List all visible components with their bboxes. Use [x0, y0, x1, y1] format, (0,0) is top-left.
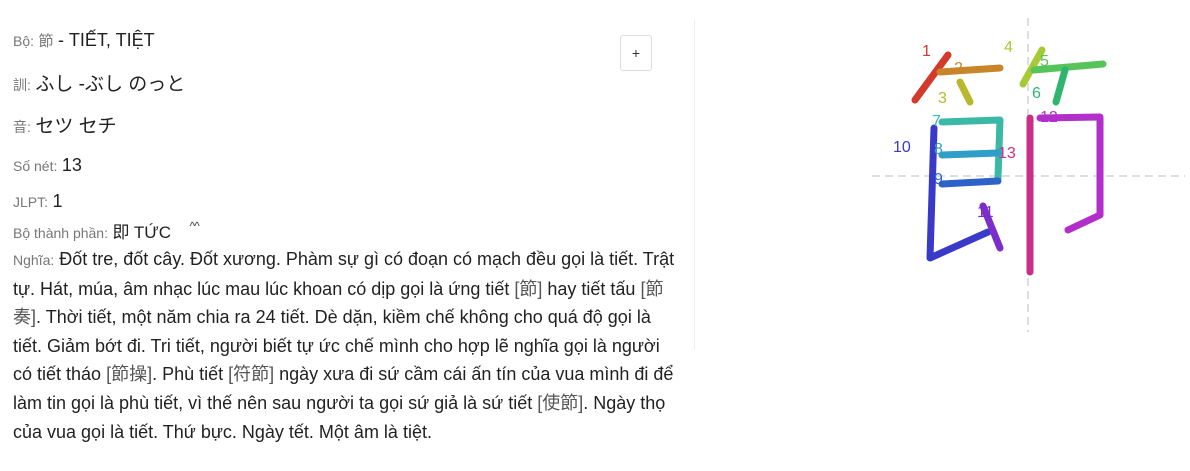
kun-row: 訓: ふし -ぶし のっと	[13, 69, 185, 96]
stroke-number-2: 2	[954, 60, 963, 77]
components-label: Bộ thành phần:	[13, 225, 108, 241]
hanviet-ref: [節]	[514, 278, 543, 299]
stroke-9	[938, 177, 1002, 188]
stroke-number-9: 9	[934, 171, 943, 188]
meaning-text: Nghĩa: Đốt tre, đốt cây. Đốt xương. Phàm…	[13, 245, 678, 446]
meaning-part: . Phù tiết	[152, 364, 229, 385]
hanviet-ref: [使節]	[537, 392, 584, 413]
stroke-2	[936, 64, 1004, 76]
stroke-number-4: 4	[1004, 39, 1013, 56]
stroke-7	[938, 116, 1004, 182]
stroke-order-diagram: 1 2 3 4 5 6 7 8 9 10 11 12 13	[872, 18, 1185, 332]
stroke-number-3: 3	[938, 90, 947, 107]
hanviet-ref: [節操]	[106, 364, 153, 385]
components-row: Bộ thành phần: 即 TỨC ^^	[13, 218, 200, 243]
meaning-part: hay tiết tấu	[542, 278, 641, 299]
stroke-6	[1052, 66, 1069, 106]
panel-divider	[694, 20, 695, 350]
kun-value: ふし -ぶし のっと	[35, 74, 186, 95]
stroke-number-11: 11	[977, 204, 994, 221]
hanviet-ref: [符節]	[228, 364, 275, 385]
meaning-label: Nghĩa:	[13, 252, 55, 268]
stroke-number-12: 12	[1040, 109, 1058, 126]
stroke-number-8: 8	[934, 141, 943, 158]
radical-label: Bộ:	[13, 33, 35, 49]
strokes-value: 13	[61, 155, 82, 175]
stroke-number-7: 7	[932, 113, 941, 130]
stroke-8	[938, 149, 1002, 159]
strokes-label: Số nét:	[13, 158, 58, 174]
kun-label: 訓:	[13, 77, 31, 93]
stroke-3	[956, 78, 974, 106]
components-char[interactable]: 即	[112, 223, 129, 242]
add-button[interactable]: +	[620, 35, 652, 71]
stroke-12	[1036, 113, 1104, 234]
on-label: 音:	[13, 119, 31, 135]
stroke-number-5: 5	[1040, 53, 1049, 70]
components-extra: ^^	[189, 219, 200, 233]
jlpt-row: JLPT: 1	[13, 191, 62, 212]
radical-row: Bộ: 節 - TIẾT, TIỆT	[13, 30, 155, 51]
jlpt-value: 1	[52, 191, 63, 211]
radical-char: 節	[38, 33, 54, 50]
on-value: セツ セチ	[35, 116, 117, 137]
on-row: 音: セツ セチ	[13, 111, 117, 138]
components-reading[interactable]: TỨC	[134, 223, 171, 242]
radical-reading: - TIẾT, TIỆT	[57, 30, 155, 50]
stroke-number-6: 6	[1032, 85, 1041, 102]
stroke-number-10: 10	[893, 139, 911, 156]
strokes-row: Số nét: 13	[13, 155, 82, 176]
stroke-number-13: 13	[998, 145, 1016, 162]
stroke-number-1: 1	[922, 43, 931, 60]
jlpt-label: JLPT:	[13, 194, 49, 210]
